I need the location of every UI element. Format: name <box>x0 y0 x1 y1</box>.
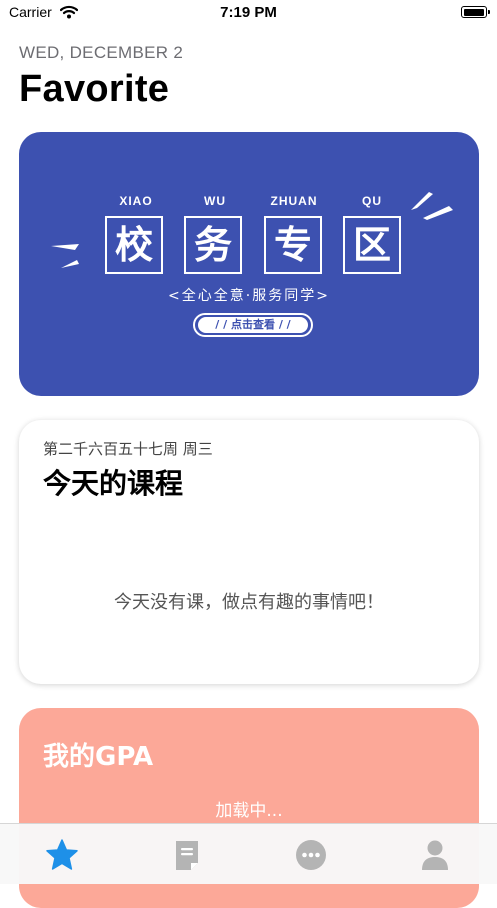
banner-character-zhuan: 专 <box>264 216 322 274</box>
view-details-label: / / 点击查看 / / <box>198 317 308 333</box>
document-icon <box>176 841 198 870</box>
course-week-label: 第二千六百五十七周 周三 <box>43 440 213 458</box>
view-details-button[interactable]: / / 点击查看 / / <box>193 313 313 337</box>
pinyin-zhuan: ZHUAN <box>270 194 318 208</box>
tab-profile[interactable] <box>418 838 452 872</box>
banner-character-wu: 务 <box>184 216 242 274</box>
banner-character-xiao: 校 <box>105 216 163 274</box>
banner-subtitle: <全心全意·服务同学> <box>168 288 330 304</box>
tab-favorite[interactable] <box>45 838 79 872</box>
pinyin-xiao: XIAO <box>119 194 153 208</box>
tab-messages[interactable] <box>294 838 328 872</box>
status-time: 7:19 PM <box>220 4 277 21</box>
gpa-card-title: 我的GPA <box>43 742 154 772</box>
course-empty-message: 今天没有课，做点有趣的事情吧！ <box>114 592 384 613</box>
gpa-loading-text: 加载中... <box>215 801 283 821</box>
decoration-slashes-left-icon <box>51 244 79 268</box>
banner-character-qu: 区 <box>343 216 401 274</box>
star-icon <box>46 839 78 870</box>
tab-courses[interactable] <box>170 838 204 872</box>
page-title: Favorite <box>19 68 170 110</box>
pinyin-wu: WU <box>204 194 226 208</box>
campus-affairs-banner[interactable]: XIAO WU ZHUAN QU 校 务 专 区 <全心全意·服务同学> / /… <box>19 132 479 396</box>
today-course-card[interactable]: 第二千六百五十七周 周三 今天的课程 今天没有课，做点有趣的事情吧！ <box>19 420 479 684</box>
status-bar: Carrier 7:19 PM <box>0 0 497 26</box>
pinyin-qu: QU <box>362 194 382 208</box>
battery-icon <box>461 6 490 18</box>
course-card-title: 今天的课程 <box>43 467 184 500</box>
pinyin-row: XIAO WU ZHUAN QU <box>19 194 479 208</box>
person-icon <box>422 840 448 870</box>
date-label: WED, DECEMBER 2 <box>19 43 184 62</box>
chat-bubble-icon <box>296 840 326 870</box>
tab-bar <box>0 823 497 884</box>
